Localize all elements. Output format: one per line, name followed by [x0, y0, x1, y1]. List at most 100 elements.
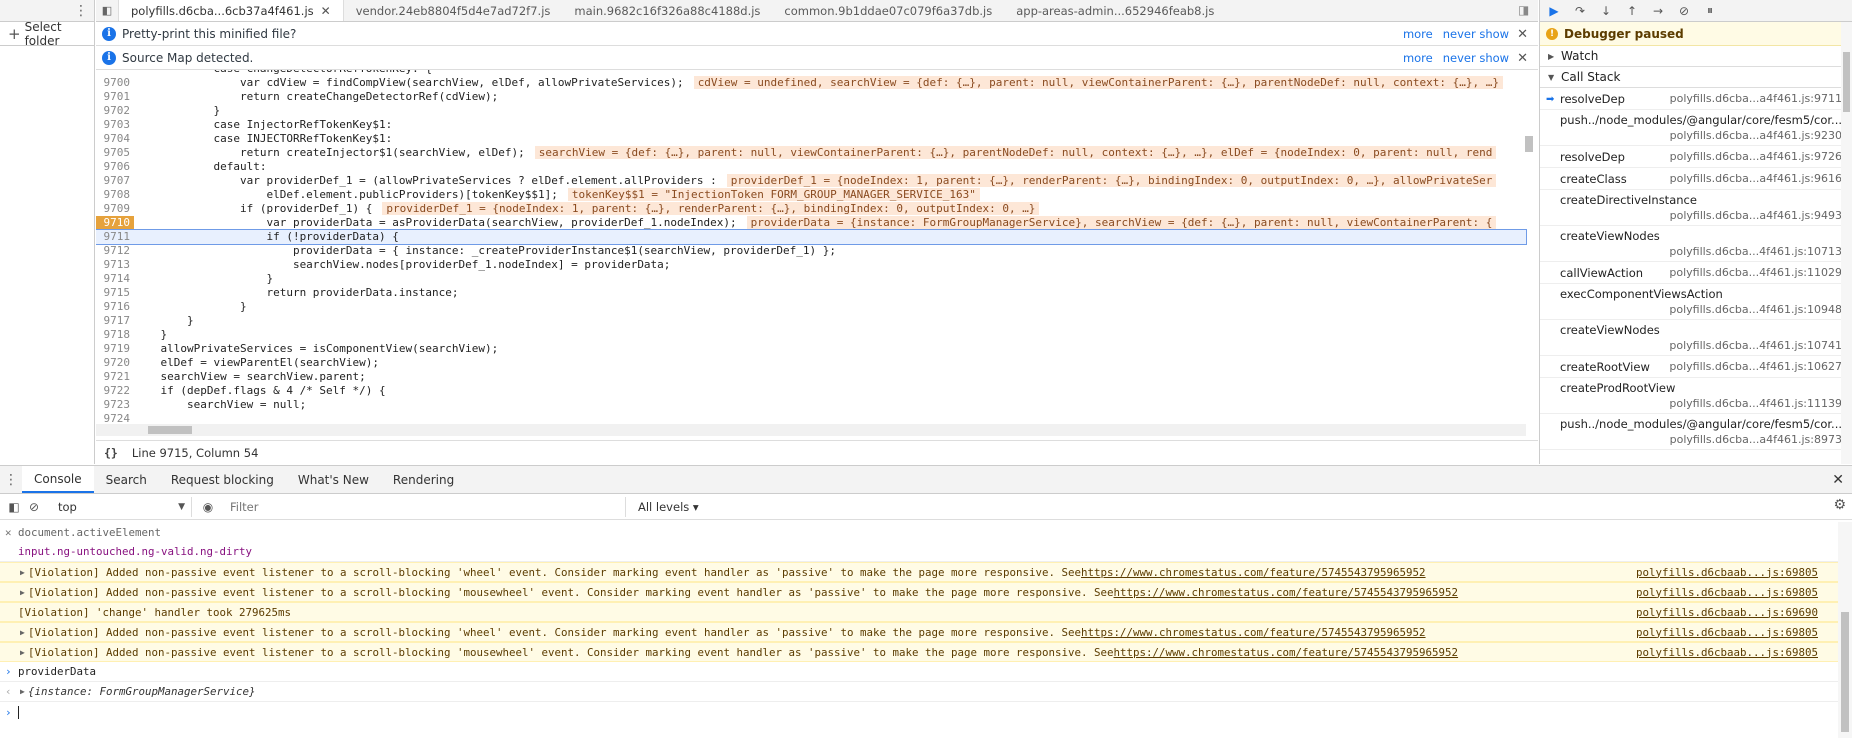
- line-number[interactable]: 9717: [96, 314, 134, 328]
- message-source-link[interactable]: polyfills.d6cbaab...js:69805: [1636, 566, 1818, 579]
- call-stack-section-header[interactable]: ▼ Call Stack: [1540, 67, 1852, 88]
- eye-icon[interactable]: ◉: [198, 497, 218, 517]
- scrollbar-thumb[interactable]: [1841, 612, 1849, 732]
- expand-icon[interactable]: ▶: [20, 588, 25, 597]
- line-number[interactable]: 9713: [96, 258, 134, 272]
- code-line[interactable]: 9710 var providerData = asProviderData(s…: [96, 216, 1526, 230]
- select-folder-button[interactable]: + Select folder: [0, 20, 94, 48]
- code-line[interactable]: 9705 return createInjector$1(searchView,…: [96, 146, 1526, 160]
- tab-console[interactable]: Console: [22, 466, 94, 493]
- message-source-link[interactable]: polyfills.d6cbaab...js:69805: [1636, 626, 1818, 639]
- more-options-icon[interactable]: ⋮: [74, 4, 88, 18]
- call-frame[interactable]: execComponentViewsAction polyfills.d6cba.…: [1540, 284, 1852, 320]
- message-link[interactable]: https://www.chromestatus.com/feature/574…: [1114, 586, 1459, 599]
- message-link[interactable]: https://www.chromestatus.com/feature/574…: [1081, 626, 1426, 639]
- line-number[interactable]: 9718: [96, 328, 134, 342]
- step-out-icon[interactable]: ↑: [1624, 3, 1640, 19]
- console-warning-message[interactable]: ▶ [Violation] Added non-passive event lis…: [0, 622, 1838, 642]
- line-number[interactable]: 9705: [96, 146, 134, 160]
- line-number[interactable]: 9716: [96, 300, 134, 314]
- toggle-navigator-icon[interactable]: ◧: [96, 0, 118, 21]
- line-number[interactable]: 9708: [96, 188, 134, 202]
- close-icon[interactable]: ✕: [321, 4, 331, 18]
- step-over-icon[interactable]: ↷: [1572, 3, 1588, 19]
- code-line[interactable]: 9708 elDef.element.publicProviders)[toke…: [96, 188, 1526, 202]
- line-number[interactable]: 9707: [96, 174, 134, 188]
- console-warning-message[interactable]: ▶ [Violation] Added non-passive event lis…: [0, 582, 1838, 602]
- more-link[interactable]: more: [1403, 51, 1433, 65]
- file-tab-app-areas-admin[interactable]: app-areas-admin...652946feab8.js: [1004, 0, 1226, 21]
- code-line[interactable]: 9717 }: [96, 314, 1526, 328]
- code-line[interactable]: 9702 }: [96, 104, 1526, 118]
- code-line[interactable]: 9720 elDef = viewParentEl(searchView);: [96, 356, 1526, 370]
- line-number[interactable]: 9700: [96, 76, 134, 90]
- line-number[interactable]: 9720: [96, 356, 134, 370]
- expand-icon[interactable]: ▶: [20, 568, 25, 577]
- line-number[interactable]: 9706: [96, 160, 134, 174]
- expand-icon[interactable]: ▶: [20, 628, 25, 637]
- call-frame[interactable]: createProdRootView polyfills.d6cba...4f46…: [1540, 378, 1852, 414]
- console-warning-message[interactable]: ▶ [Violation] Added non-passive event lis…: [0, 562, 1838, 582]
- close-icon[interactable]: ✕: [1517, 51, 1528, 66]
- code-line[interactable]: 9715 return providerData.instance;: [96, 286, 1526, 300]
- call-frame[interactable]: createViewNodes polyfills.d6cba...4f461.j…: [1540, 226, 1852, 262]
- sidebar-toggle-icon[interactable]: ◧: [4, 497, 24, 517]
- watch-section-header[interactable]: ▶ Watch: [1540, 46, 1852, 67]
- line-number[interactable]: 9711: [96, 230, 134, 244]
- code-line[interactable]: 9709 if (providerDef_1) {providerDef_1 =…: [96, 202, 1526, 216]
- close-icon[interactable]: ✕: [1517, 27, 1528, 42]
- code-line[interactable]: 9721 searchView = searchView.parent;: [96, 370, 1526, 384]
- line-number[interactable]: 9719: [96, 342, 134, 356]
- message-link[interactable]: https://www.chromestatus.com/feature/574…: [1081, 566, 1426, 579]
- code-line[interactable]: 9706 default:: [96, 160, 1526, 174]
- code-line[interactable]: 9700 var cdView = findCompView(searchVie…: [96, 76, 1526, 90]
- code-line[interactable]: 9722 if (depDef.flags & 4 /* Self */) {: [96, 384, 1526, 398]
- close-icon[interactable]: ✕: [1832, 472, 1844, 488]
- console-result[interactable]: ‹ ▶ {instance: FormGroupManagerService}: [0, 682, 1838, 702]
- code-line[interactable]: 9713 searchView.nodes[providerDef_1.node…: [96, 258, 1526, 272]
- vertical-scrollbar[interactable]: [1524, 70, 1534, 424]
- clear-console-icon[interactable]: ⊘: [24, 497, 44, 517]
- line-number[interactable]: 9721: [96, 370, 134, 384]
- console-filter-input[interactable]: [226, 496, 626, 517]
- console-warning-message[interactable]: ▶ [Violation] Added non-passive event lis…: [0, 642, 1838, 662]
- vertical-scrollbar[interactable]: [1838, 522, 1852, 738]
- line-number[interactable]: 9712: [96, 244, 134, 258]
- message-link[interactable]: https://www.chromestatus.com/feature/574…: [1114, 646, 1459, 659]
- file-tab-common[interactable]: common.9b1ddae07c079f6a37db.js: [772, 0, 1004, 21]
- scrollbar-thumb[interactable]: [148, 426, 192, 434]
- line-number[interactable]: 9714: [96, 272, 134, 286]
- tab-request-blocking[interactable]: Request blocking: [159, 466, 286, 493]
- call-frame[interactable]: createViewNodes polyfills.d6cba...4f461.j…: [1540, 320, 1852, 356]
- file-tab-main[interactable]: main.9682c16f326a88c4188d.js: [562, 0, 772, 21]
- code-line[interactable]: 9704 case INJECTORRefTokenKey$1:: [96, 132, 1526, 146]
- console-output[interactable]: ✕ document.activeElement input.ng-untouc…: [0, 522, 1838, 738]
- pretty-print-button[interactable]: {}: [104, 446, 118, 460]
- line-number[interactable]: 9703: [96, 118, 134, 132]
- line-number[interactable]: 9709: [96, 202, 134, 216]
- line-number[interactable]: 9704: [96, 132, 134, 146]
- call-frame[interactable]: createClass polyfills.d6cba...a4f461.js:9…: [1540, 168, 1852, 190]
- line-number[interactable]: 9723: [96, 398, 134, 412]
- more-tools-icon[interactable]: ⋮: [0, 466, 22, 493]
- horizontal-scrollbar[interactable]: [96, 424, 1526, 436]
- code-line[interactable]: 9712 providerData = { instance: _createP…: [96, 244, 1526, 258]
- code-line[interactable]: 9718 }: [96, 328, 1526, 342]
- line-number[interactable]: 9702: [96, 104, 134, 118]
- file-tab-vendor[interactable]: vendor.24eb8804f5d4e7ad72f7.js: [344, 0, 563, 21]
- call-frame[interactable]: callViewAction polyfills.d6cba...4f461.js…: [1540, 262, 1852, 284]
- deactivate-breakpoints-icon[interactable]: ⊘: [1676, 3, 1692, 19]
- breakpoint-line-number[interactable]: 9710: [96, 216, 134, 230]
- resume-icon[interactable]: ▶: [1546, 3, 1562, 19]
- call-frame[interactable]: resolveDep polyfills.d6cba...a4f461.js:97…: [1540, 146, 1852, 168]
- code-editor[interactable]: case ChangeDetectorRefTokenKey: {9700 va…: [96, 70, 1538, 436]
- never-show-link[interactable]: never show: [1443, 51, 1509, 65]
- pause-on-exceptions-icon[interactable]: ⏸: [1702, 3, 1718, 19]
- code-line[interactable]: 9711 if (!providerData) {: [96, 229, 1527, 245]
- gear-icon[interactable]: ⚙: [1833, 497, 1846, 513]
- log-levels-dropdown[interactable]: All levels ▾: [638, 500, 699, 514]
- step-icon[interactable]: →: [1650, 3, 1666, 19]
- toggle-debugger-icon[interactable]: ◨: [1518, 3, 1534, 19]
- code-line[interactable]: 9701 return createChangeDetectorRef(cdVi…: [96, 90, 1526, 104]
- console-warning-message[interactable]: [Violation] 'change' handler took 279625…: [0, 602, 1838, 622]
